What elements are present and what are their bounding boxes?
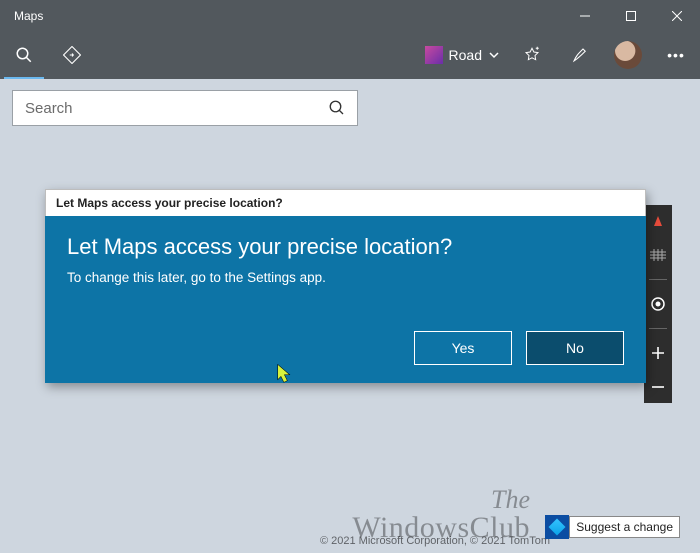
map-view-tile-icon (425, 46, 443, 64)
search-icon (328, 99, 346, 117)
dialog-body: Let Maps access your precise location? T… (45, 216, 646, 383)
close-button[interactable] (654, 0, 700, 31)
tilt-icon (650, 249, 666, 261)
maximize-button[interactable] (608, 0, 654, 31)
locate-icon (650, 296, 666, 312)
ellipsis-icon: ••• (667, 47, 685, 63)
directions-icon (63, 46, 81, 64)
search-input[interactable] (13, 100, 317, 117)
chevron-down-icon (488, 49, 500, 61)
divider (649, 328, 667, 329)
no-button[interactable]: No (526, 331, 624, 365)
yes-button[interactable]: Yes (414, 331, 512, 365)
search-tab[interactable] (0, 31, 48, 79)
locate-me-button[interactable] (648, 294, 668, 314)
more-button[interactable]: ••• (652, 31, 700, 79)
titlebar: Maps (0, 0, 700, 31)
search-icon (15, 46, 33, 64)
map-copyright: © 2021 Microsoft Corporation, © 2021 Tom… (320, 535, 550, 547)
ink-button[interactable] (556, 31, 604, 79)
search-box[interactable] (12, 90, 358, 126)
location-permission-dialog: Let Maps access your precise location? L… (45, 189, 646, 383)
minimize-button[interactable] (562, 0, 608, 31)
map-view-selector[interactable]: Road (417, 31, 508, 79)
compass-button[interactable] (648, 211, 668, 231)
window-title: Maps (0, 9, 562, 23)
user-avatar[interactable] (614, 41, 642, 69)
tilt-button[interactable] (648, 245, 668, 265)
dialog-message: To change this later, go to the Settings… (67, 270, 624, 285)
map-view-label: Road (449, 47, 482, 63)
zoom-in-button[interactable] (648, 343, 668, 363)
suggest-change-icon (545, 515, 569, 539)
divider (649, 279, 667, 280)
suggest-change-chip[interactable]: Suggest a change (545, 515, 680, 539)
compass-icon (654, 216, 662, 226)
search-submit-button[interactable] (317, 99, 357, 117)
map-controls (644, 205, 672, 403)
directions-tab[interactable] (48, 31, 96, 79)
favorites-button[interactable] (508, 31, 556, 79)
dialog-title: Let Maps access your precise location? (67, 234, 624, 260)
minus-icon (651, 380, 665, 394)
pen-icon (571, 46, 589, 64)
plus-icon (651, 346, 665, 360)
zoom-out-button[interactable] (648, 377, 668, 397)
star-add-icon (523, 46, 541, 64)
dialog-button-row: Yes No (67, 331, 624, 365)
suggest-change-label: Suggest a change (569, 516, 680, 538)
app-toolbar: Road ••• (0, 31, 700, 79)
dialog-header: Let Maps access your precise location? (45, 189, 646, 216)
